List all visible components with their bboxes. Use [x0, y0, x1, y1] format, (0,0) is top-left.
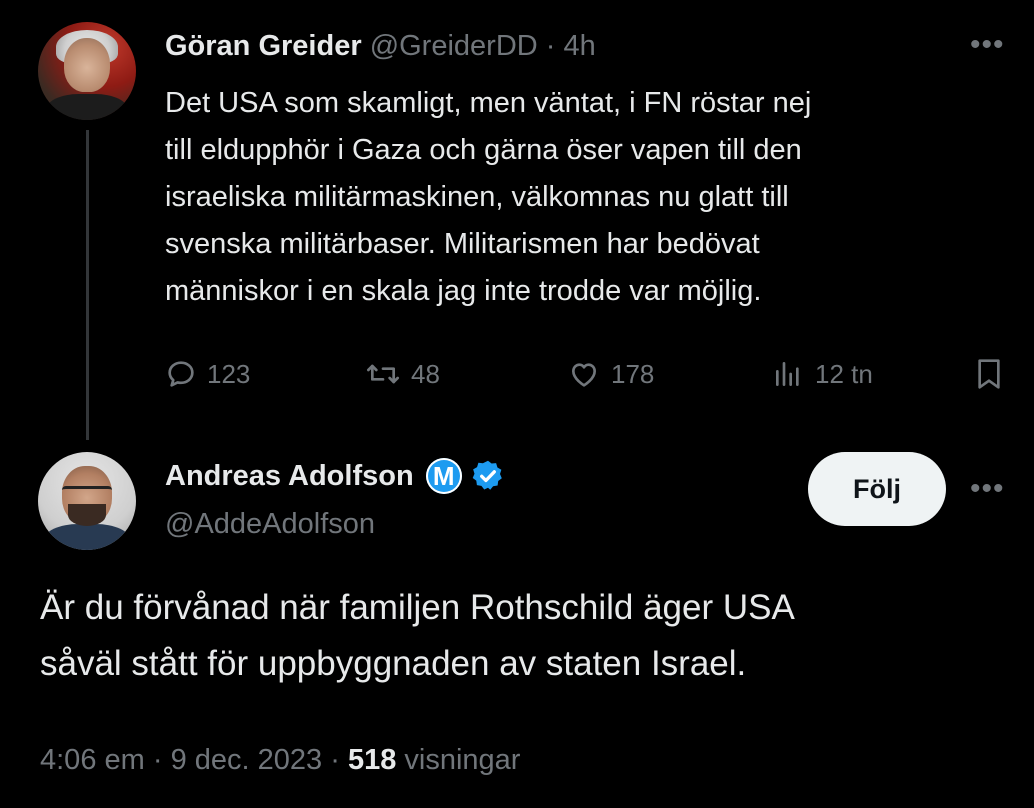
avatar-face: [64, 38, 110, 92]
repost-icon: [367, 364, 399, 384]
tweet-date[interactable]: 9 dec. 2023: [171, 744, 323, 776]
tweet-text-line: Är du förvånad när familjen Rothschild ä…: [40, 588, 795, 627]
views-icon: [776, 362, 799, 386]
follow-button[interactable]: Följ: [808, 452, 946, 526]
tweet-text-line: såväl stått för uppbyggnaden av staten I…: [40, 644, 747, 683]
parent-tweet-header: Göran Greider @GreiderDD · 4h: [165, 26, 596, 66]
main-tweet-text: Är du förvånad när familjen Rothschild ä…: [40, 580, 1000, 692]
tweet-footer: 4:06 em · 9 dec. 2023 · 518 visningar: [40, 740, 520, 780]
bookmark-button[interactable]: [973, 352, 1005, 396]
repost-button[interactable]: 48: [365, 352, 440, 396]
author-name[interactable]: Göran Greider: [165, 30, 362, 62]
thread-connector-line: [86, 130, 89, 440]
meta-separator: ·: [322, 744, 348, 776]
main-tweet[interactable]: Andreas Adolfson M @AddeAdolfson Följ ••…: [0, 440, 1034, 808]
meta-separator: ·: [144, 744, 171, 776]
avatar-andreas-adolfson[interactable]: [38, 452, 136, 550]
like-count: 178: [611, 358, 655, 389]
reply-button[interactable]: 123: [165, 352, 250, 396]
views-count: 12 tn: [815, 358, 873, 389]
tweet-text-line: Det USA som skamligt, men väntat, i FN r…: [165, 87, 812, 119]
author-handle[interactable]: @AddeAdolfson: [165, 504, 375, 544]
bookmark-icon: [978, 359, 1000, 389]
tweet-text-line: israeliska militärmaskinen, välkomnas nu…: [165, 181, 789, 213]
views-count: 518: [347, 744, 397, 776]
tweet-text-line: människor i en skala jag inte trodde var…: [165, 275, 762, 307]
affiliation-badge-icon[interactable]: M: [425, 458, 462, 494]
more-options-icon[interactable]: •••: [970, 474, 1005, 504]
repost-count: 48: [411, 358, 440, 389]
parent-tweet-text: Det USA som skamligt, men väntat, i FN r…: [165, 80, 1005, 315]
like-button[interactable]: 178: [567, 352, 654, 396]
parent-tweet[interactable]: Göran Greider @GreiderDD · 4h ••• Det US…: [0, 0, 1034, 440]
reply-count: 123: [207, 358, 251, 389]
tweet-action-bar: 123 48 178 12 tn: [165, 352, 1015, 396]
tweet-time[interactable]: 4:06 em: [40, 744, 145, 776]
author-name[interactable]: Andreas Adolfson: [165, 460, 414, 493]
reply-icon: [168, 361, 194, 387]
avatar-goran-greider[interactable]: [38, 22, 136, 120]
avatar-shirt: [46, 94, 128, 120]
tweet-time[interactable]: 4h: [564, 30, 596, 62]
views-label: visningar: [404, 744, 521, 776]
more-options-icon[interactable]: •••: [970, 30, 1005, 60]
meta-separator: ·: [537, 30, 564, 62]
avatar-shirt: [44, 524, 130, 550]
views-button[interactable]: 12 tn: [771, 352, 873, 396]
author-handle[interactable]: @GreiderDD: [370, 30, 538, 62]
author-name-row: Andreas Adolfson M: [165, 454, 506, 498]
avatar-beard: [68, 504, 106, 526]
avatar-glasses: [62, 486, 112, 499]
tweet-text-line: till eldupphör i Gaza och gärna öser vap…: [165, 134, 802, 166]
tweet-text-line: svenska militärbaser. Militarismen har b…: [165, 228, 760, 260]
like-icon: [572, 363, 596, 387]
verified-badge-icon[interactable]: [470, 458, 506, 494]
